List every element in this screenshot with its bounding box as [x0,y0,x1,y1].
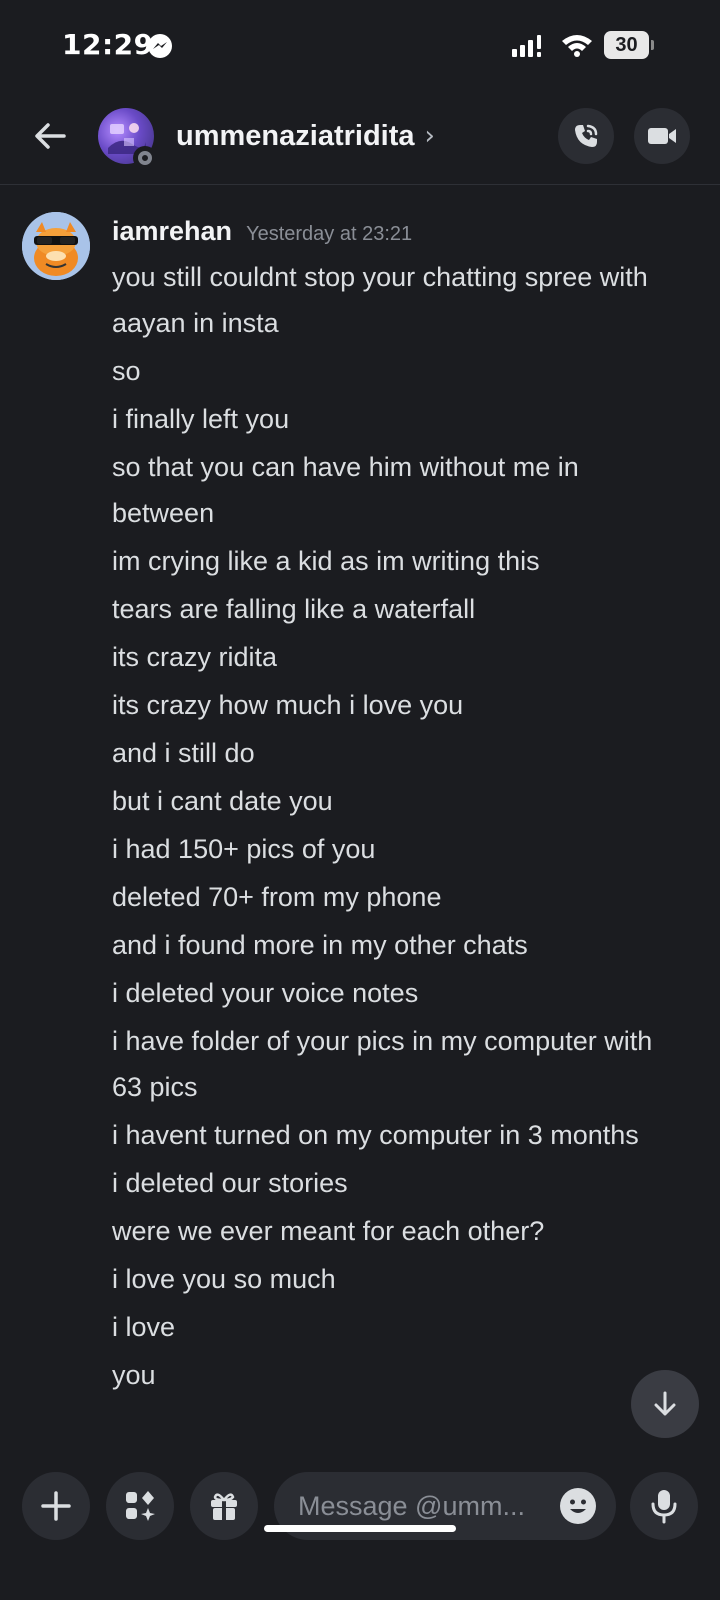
message-line[interactable]: so that you can have him without me in b… [112,444,672,536]
message-lines: you still couldnt stop your chatting spr… [112,254,672,1400]
battery-tip [651,40,654,50]
message-line[interactable]: i love [112,1304,672,1350]
status-bar: 12:29 30 [0,0,720,92]
attach-button[interactable] [22,1472,90,1540]
message-line[interactable]: and i found more in my other chats [112,922,672,968]
message-line[interactable]: and i still do [112,730,672,776]
phone-call-icon [575,124,598,147]
arrow-down-icon [654,1391,676,1416]
message-line[interactable]: i finally left you [112,396,672,442]
message-line[interactable]: im crying like a kid as im writing this [112,538,672,584]
message-line[interactable]: its crazy how much i love you [112,682,672,728]
signal-icon [512,35,541,57]
recipient-name-button[interactable]: ummenaziatridita › [176,118,435,154]
battery-level: 30 [604,31,649,59]
home-indicator[interactable] [264,1525,456,1532]
emoji-icon [561,1489,595,1523]
message-line[interactable]: so [112,348,672,394]
message-line[interactable]: deleted 70+ from my phone [112,874,672,920]
author-avatar[interactable] [22,212,90,280]
message-line[interactable]: i had 150+ pics of you [112,826,672,872]
wifi-icon [562,35,592,57]
jump-to-latest-button[interactable] [631,1370,699,1438]
message-line[interactable]: i love you so much [112,1256,672,1302]
status-time: 12:29 [62,28,154,61]
video-call-button[interactable] [634,108,690,164]
plus-icon [41,1491,71,1521]
message-line[interactable]: you [112,1352,672,1398]
messenger-icon [148,34,172,58]
presence-offline-icon [133,146,157,170]
message-line[interactable]: i deleted your voice notes [112,970,672,1016]
gift-icon [211,1493,237,1520]
author-name[interactable]: iamrehan [112,216,232,247]
message-line[interactable]: you still couldnt stop your chatting spr… [112,254,672,346]
battery-icon: 30 [604,31,654,59]
microphone-icon [651,1490,677,1524]
voice-message-button[interactable] [630,1472,698,1540]
emoji-button[interactable] [560,1488,596,1524]
gift-button[interactable] [190,1472,258,1540]
message-line[interactable]: i deleted our stories [112,1160,672,1206]
apps-icon [126,1491,155,1521]
chevron-right-icon: › [424,121,435,151]
message-composer [0,1456,720,1600]
recipient-name: ummenaziatridita [176,119,415,152]
voice-call-button[interactable] [558,108,614,164]
chat-header: ummenaziatridita › [0,92,720,185]
message-line[interactable]: but i cant date you [112,778,672,824]
apps-button[interactable] [106,1472,174,1540]
message-timestamp: Yesterday at 23:21 [246,223,413,245]
message-line[interactable]: i havent turned on my computer in 3 mont… [112,1112,672,1158]
arrow-left-icon[interactable] [30,116,70,156]
message-header: iamrehan Yesterday at 23:21 [112,216,412,247]
message-list[interactable]: iamrehan Yesterday at 23:21 you still co… [0,186,720,1456]
garfield-avatar-art [22,212,90,280]
message-line[interactable]: its crazy ridita [112,634,672,680]
message-line[interactable]: i have folder of your pics in my compute… [112,1018,672,1110]
message-line[interactable]: tears are falling like a waterfall [112,586,672,632]
video-camera-icon [648,128,676,144]
message-line[interactable]: were we ever meant for each other? [112,1208,672,1254]
